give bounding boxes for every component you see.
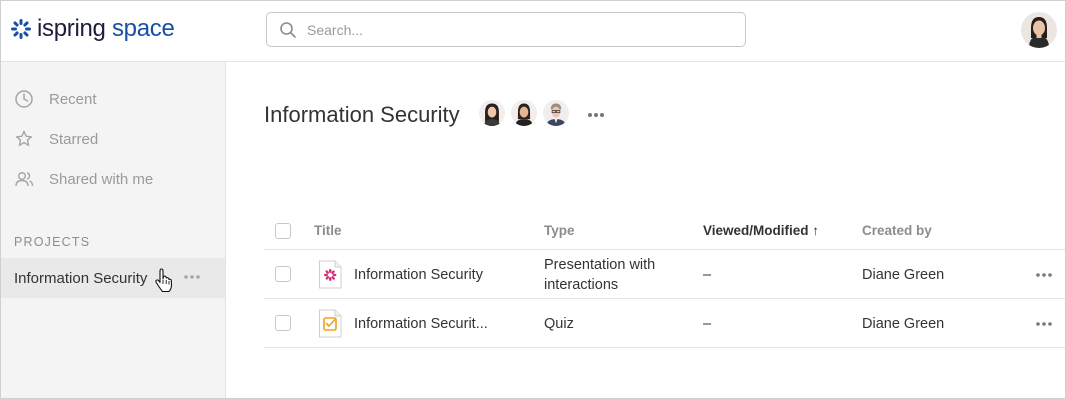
logo-text-ispring: ispring <box>37 15 106 42</box>
row-checkbox[interactable] <box>275 266 291 282</box>
file-type-line-2: interactions <box>544 277 619 293</box>
file-viewed: – <box>703 316 712 332</box>
sidebar-item-label: Starred <box>49 130 99 148</box>
row-checkbox[interactable] <box>275 315 291 331</box>
clock-icon <box>14 89 34 109</box>
search-box[interactable] <box>266 12 746 47</box>
column-header-type[interactable]: Type <box>544 223 575 238</box>
sidebar: Recent Starred Shared with me PROJECTS I… <box>1 62 226 398</box>
select-all-checkbox[interactable] <box>275 223 291 239</box>
column-header-viewed-label: Viewed/Modified <box>703 223 809 238</box>
member-avatar[interactable] <box>541 98 571 128</box>
sidebar-item-label: Recent <box>49 90 97 108</box>
file-created-by: Diane Green <box>862 316 945 332</box>
sidebar-project-label: Information Security <box>14 269 148 287</box>
users-icon <box>14 169 34 189</box>
file-type: Presentation with interactions <box>544 255 655 295</box>
search-icon <box>280 21 296 38</box>
column-header-title[interactable]: Title <box>314 223 342 238</box>
row-more-icon[interactable] <box>1034 267 1054 283</box>
ispring-logo-icon <box>11 19 31 39</box>
title-more-icon[interactable] <box>585 106 607 124</box>
table-row[interactable]: Information Security Presentation with in… <box>264 250 1065 299</box>
sidebar-item-shared[interactable]: Shared with me <box>1 159 225 199</box>
sort-ascending-icon: ↑ <box>812 223 820 238</box>
file-created-by: Diane Green <box>862 267 945 283</box>
logo-text-space: space <box>111 15 175 42</box>
file-type: Quiz <box>544 316 574 332</box>
file-type-line-1: Presentation with <box>544 257 656 273</box>
quiz-icon <box>319 309 342 338</box>
main-content: Information Security Title Type Viewed/M… <box>226 62 1065 398</box>
member-avatar-icon <box>511 100 537 126</box>
project-members[interactable] <box>477 98 573 128</box>
presentation-icon <box>319 260 342 289</box>
sidebar-item-recent[interactable]: Recent <box>1 79 225 119</box>
file-title[interactable]: Information Security <box>354 265 483 285</box>
top-bar: ispring space <box>1 1 1065 62</box>
user-avatar[interactable] <box>1021 12 1057 48</box>
logo[interactable]: ispring space <box>10 14 175 44</box>
page-title: Information Security <box>264 102 460 127</box>
hand-cursor-icon <box>155 268 173 293</box>
project-more-icon[interactable] <box>182 269 202 285</box>
table-row[interactable]: Information Securit... Quiz – Diane Gree… <box>264 299 1065 348</box>
user-avatar-icon <box>1021 12 1057 48</box>
member-avatar[interactable] <box>509 98 539 128</box>
member-avatar[interactable] <box>477 98 507 128</box>
sidebar-item-starred[interactable]: Starred <box>1 119 225 159</box>
column-header-created-by[interactable]: Created by <box>862 223 932 238</box>
app-window: ispring space Recent <box>0 0 1066 399</box>
table-header: Title Type Viewed/Modified ↑ Created by <box>264 209 1065 250</box>
sidebar-item-label: Shared with me <box>49 170 154 188</box>
member-avatar-icon <box>479 100 505 126</box>
column-header-viewed[interactable]: Viewed/Modified ↑ <box>703 223 819 238</box>
logo-text: ispring space <box>37 14 175 44</box>
projects-heading: PROJECTS <box>14 235 91 249</box>
file-title[interactable]: Information Securit... <box>354 314 488 334</box>
member-avatar-icon <box>543 100 569 126</box>
sidebar-project-information-security[interactable]: Information Security <box>1 258 225 298</box>
star-icon <box>14 129 34 149</box>
file-viewed: – <box>703 267 712 283</box>
row-more-icon[interactable] <box>1034 316 1054 332</box>
search-input[interactable] <box>307 21 727 38</box>
